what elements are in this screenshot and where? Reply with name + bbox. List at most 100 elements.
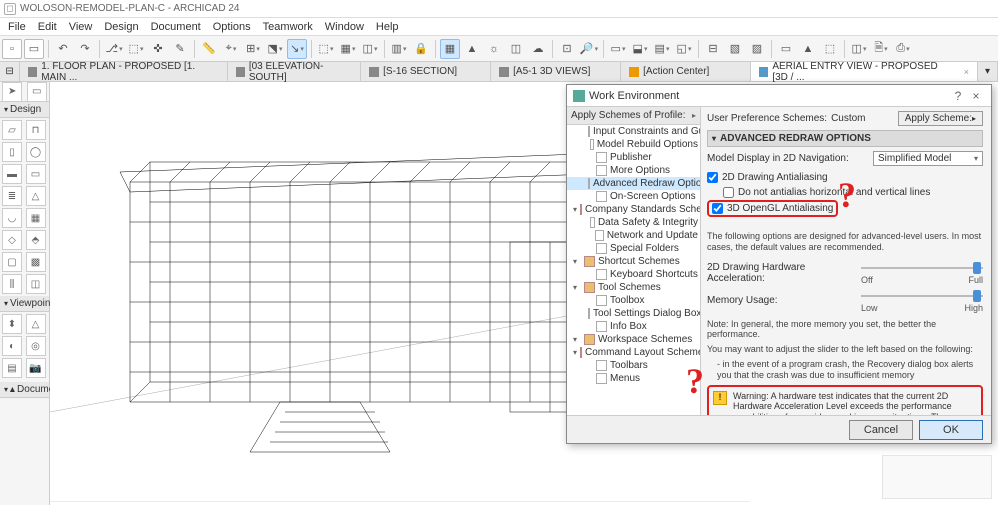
marquee-tool-icon[interactable]: ▭ xyxy=(27,82,47,102)
tree-item[interactable]: ▾Workspace Schemes xyxy=(567,333,700,346)
tab-elevation[interactable]: [03 ELEVATION-SOUTH] xyxy=(228,62,362,81)
dialog-titlebar[interactable]: Work Environment ? × xyxy=(567,85,991,107)
cancel-button[interactable]: Cancel xyxy=(849,420,913,440)
shell-tool-icon[interactable]: ◡ xyxy=(2,208,22,228)
tree-item[interactable]: Input Constraints and Guides xyxy=(567,125,700,138)
tool-eyedrop-icon[interactable]: ✎ xyxy=(170,39,190,59)
tool-dd-7[interactable]: ⬚ xyxy=(316,39,336,59)
worksheet-tool-icon[interactable]: ▤ xyxy=(2,358,22,378)
tree-item[interactable]: Toolbars xyxy=(567,359,700,372)
memory-slider[interactable] xyxy=(861,289,983,303)
morph-tool-icon[interactable]: ◇ xyxy=(2,230,22,250)
tool-lock-icon[interactable]: 🔒 xyxy=(411,39,431,59)
tool-dd-1[interactable]: ⎇ xyxy=(104,39,124,59)
wall-tool-icon[interactable]: ▱ xyxy=(2,120,22,140)
tool-dd-8[interactable]: ▦ xyxy=(338,39,358,59)
tool-d[interactable]: ☁ xyxy=(528,39,548,59)
tool-dd-2[interactable]: ⬚ xyxy=(126,39,146,59)
tool-f[interactable]: 🔎 xyxy=(579,39,599,59)
undo-icon[interactable]: ↶ xyxy=(53,39,73,59)
tab-3dviews[interactable]: [A5-1 3D VIEWS] xyxy=(491,62,621,81)
3d-opengl-antialias-checkbox[interactable]: 3D OpenGL Antialiasing xyxy=(712,203,833,214)
apply-schemes-dropdown[interactable]: Apply Schemes of Profile:▸ xyxy=(567,107,700,125)
stair-tool-icon[interactable]: ≣ xyxy=(2,186,22,206)
scheme-tree[interactable]: Apply Schemes of Profile:▸ Input Constra… xyxy=(567,107,701,415)
ok-button[interactable]: OK xyxy=(919,420,983,440)
tool-q[interactable]: ◫ xyxy=(849,39,869,59)
tool-l[interactable]: ▧ xyxy=(725,39,745,59)
menu-view[interactable]: View xyxy=(65,21,97,33)
help-icon[interactable]: ? xyxy=(949,89,967,103)
close-icon[interactable]: × xyxy=(967,89,985,103)
menu-teamwork[interactable]: Teamwork xyxy=(259,21,317,33)
tree-item[interactable]: Advanced Redraw Options xyxy=(567,177,700,190)
tree-item[interactable]: Network and Update xyxy=(567,229,700,242)
tool-j[interactable]: ◱ xyxy=(674,39,694,59)
quick-options-bar[interactable] xyxy=(882,455,992,499)
tree-item[interactable]: ▾Company Standards Schemes xyxy=(567,203,700,216)
zone-tool-icon[interactable]: ▢ xyxy=(2,252,22,272)
model-display-select[interactable]: Simplified Model xyxy=(873,151,983,166)
palette-design-header[interactable]: Design xyxy=(0,102,49,118)
tool-i[interactable]: ▤ xyxy=(652,39,672,59)
tree-item[interactable]: Menus xyxy=(567,372,700,385)
detail-tool-icon[interactable]: ◎ xyxy=(26,336,46,356)
beam-tool-icon[interactable]: ▬ xyxy=(2,164,22,184)
palette-document-header[interactable]: ▸ Document xyxy=(0,382,49,398)
menu-edit[interactable]: Edit xyxy=(34,21,61,33)
mesh-tool-icon[interactable]: ▩ xyxy=(26,252,46,272)
tool-open-icon[interactable]: ▭ xyxy=(24,39,44,59)
tool-k[interactable]: ⊟ xyxy=(703,39,723,59)
section-tool-icon[interactable]: ⬍ xyxy=(2,314,22,334)
tab-actioncenter[interactable]: [Action Center] xyxy=(621,62,751,81)
tool-p[interactable]: ⬚ xyxy=(820,39,840,59)
camera-tool-icon[interactable]: 📷 xyxy=(26,358,46,378)
menu-document[interactable]: Document xyxy=(147,21,205,33)
tool-c[interactable]: ◫ xyxy=(506,39,526,59)
menu-file[interactable]: File xyxy=(4,21,30,33)
tool-g[interactable]: ▭ xyxy=(608,39,628,59)
door-tool-icon[interactable]: ⊓ xyxy=(26,120,46,140)
tool-3d-icon[interactable]: ▦ xyxy=(440,39,460,59)
opening-tool-icon[interactable]: ◫ xyxy=(26,274,46,294)
roof-tool-icon[interactable]: △ xyxy=(26,186,46,206)
arrow-tool-icon[interactable]: ➤ xyxy=(2,82,22,102)
railing-tool-icon[interactable]: ⫼ xyxy=(2,274,22,294)
object-tool-icon[interactable]: ⬘ xyxy=(26,230,46,250)
tree-item[interactable]: Tool Settings Dialog Boxes xyxy=(567,307,700,320)
tool-r[interactable]: 🗎 xyxy=(871,39,891,59)
tool-dd-9[interactable]: ◫ xyxy=(360,39,380,59)
tool-o[interactable]: ▲ xyxy=(798,39,818,59)
slab-tool-icon[interactable]: ▭ xyxy=(26,164,46,184)
tab-aerial[interactable]: AERIAL ENTRY VIEW - PROPOSED [3D / ...× xyxy=(751,62,978,81)
tree-item[interactable]: Data Safety & Integrity xyxy=(567,216,700,229)
tool-dd-3[interactable]: ⌖ xyxy=(221,39,241,59)
elev-tool-icon[interactable]: △ xyxy=(26,314,46,334)
tool-dd-5[interactable]: ⬔ xyxy=(265,39,285,59)
tool-h[interactable]: ⬓ xyxy=(630,39,650,59)
hwaccel-slider[interactable] xyxy=(861,261,983,275)
tab-section[interactable]: [S-16 SECTION] xyxy=(361,62,491,81)
apply-scheme-button[interactable]: Apply Scheme: xyxy=(898,111,983,126)
tree-item[interactable]: Toolbox xyxy=(567,294,700,307)
section-header[interactable]: ADVANCED REDRAW OPTIONS xyxy=(707,130,983,147)
tool-dd-4[interactable]: ⊞ xyxy=(243,39,263,59)
close-tab-icon[interactable]: × xyxy=(964,67,969,77)
tree-item[interactable]: Special Folders xyxy=(567,242,700,255)
tree-item[interactable]: ▾Command Layout Schemes xyxy=(567,346,700,359)
menu-options[interactable]: Options xyxy=(209,21,255,33)
cw-tool-icon[interactable]: ▦ xyxy=(26,208,46,228)
window-tool-icon[interactable]: ▯ xyxy=(2,142,22,162)
tree-item[interactable]: ▾Shortcut Schemes xyxy=(567,255,700,268)
tool-s[interactable]: ⎙ xyxy=(893,39,913,59)
ie-tool-icon[interactable]: ◐ xyxy=(2,336,22,356)
tree-item[interactable]: More Options xyxy=(567,164,700,177)
tool-m[interactable]: ▨ xyxy=(747,39,767,59)
menu-help[interactable]: Help xyxy=(372,21,403,33)
tool-a[interactable]: ▲ xyxy=(462,39,482,59)
tool-dd-10[interactable]: ▥ xyxy=(389,39,409,59)
tool-n[interactable]: ▭ xyxy=(776,39,796,59)
tab-menu[interactable]: ▾ xyxy=(978,62,998,81)
tool-ruler-icon[interactable]: 📏 xyxy=(199,39,219,59)
column-tool-icon[interactable]: ◯ xyxy=(26,142,46,162)
